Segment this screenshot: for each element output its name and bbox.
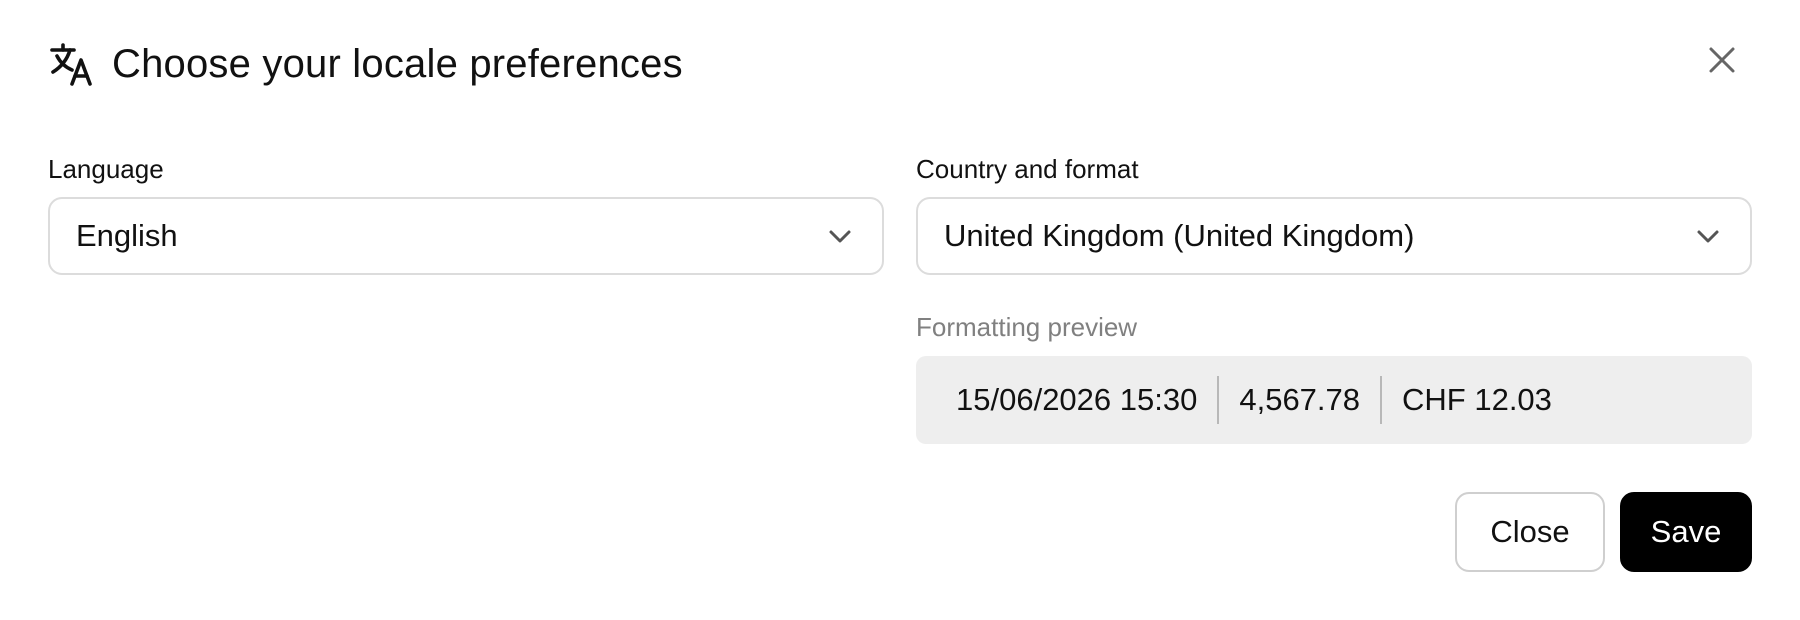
chevron-down-icon [824,220,856,252]
close-button[interactable]: Close [1455,492,1605,572]
save-button[interactable]: Save [1620,492,1752,572]
close-dialog-button[interactable] [1700,40,1744,84]
country-format-label: Country and format [916,154,1139,184]
chevron-down-icon [1692,220,1724,252]
formatting-preview-label: Formatting preview [916,312,1138,342]
preview-date-time: 15/06/2026 15:30 [956,382,1198,417]
country-format-select[interactable]: United Kingdom (United Kingdom) [916,197,1752,275]
locale-preferences-dialog: Choose your locale preferences Language … [0,0,1800,620]
formatting-preview-box: 15/06/2026 15:30 4,567.78 CHF 12.03 [916,356,1752,444]
preview-currency: CHF 12.03 [1402,382,1552,417]
dialog-header: Choose your locale preferences [48,38,683,90]
language-label: Language [48,154,164,184]
close-icon [1707,45,1737,80]
dialog-title: Choose your locale preferences [112,41,683,86]
preview-number: 4,567.78 [1239,382,1361,417]
language-selected-value: English [76,218,178,253]
language-select[interactable]: English [48,197,884,275]
country-selected-value: United Kingdom (United Kingdom) [944,218,1415,253]
translate-icon [48,40,96,88]
